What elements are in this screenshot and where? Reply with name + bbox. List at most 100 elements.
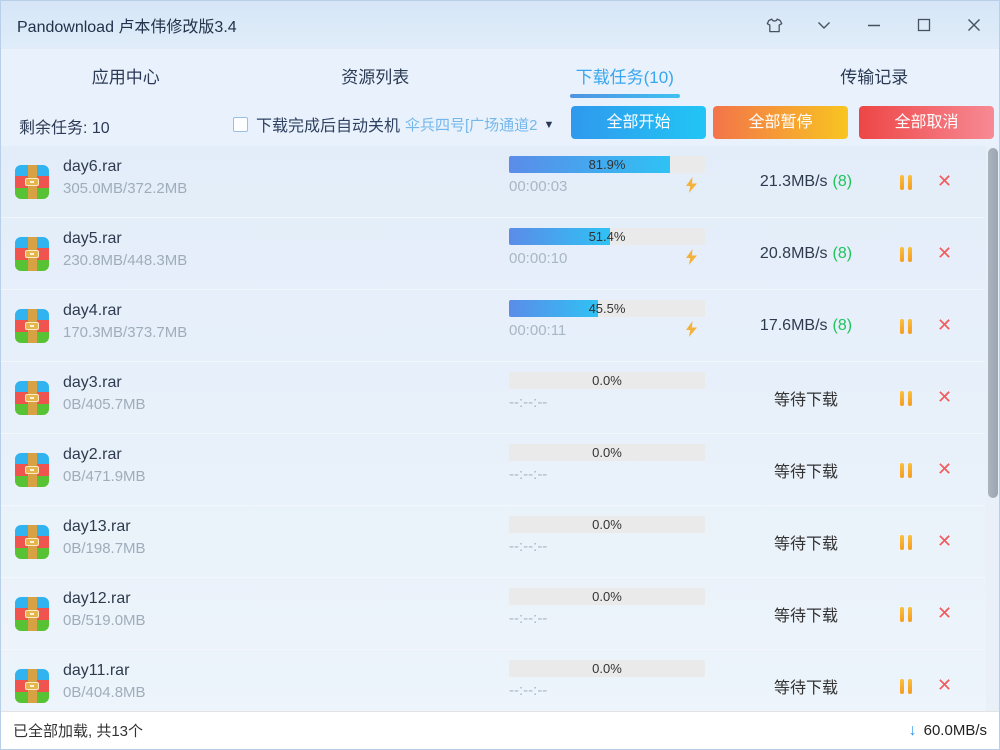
- rar-file-icon: [15, 165, 49, 199]
- speed-status-cell: 等待下载: [736, 434, 876, 505]
- file-info: day11.rar 0B/404.8MB: [63, 662, 146, 701]
- progress-bar: 0.0%: [509, 588, 705, 605]
- file-name: day13.rar: [63, 518, 146, 536]
- lightning-icon: [685, 321, 698, 342]
- cancel-task-button[interactable]: ✕: [937, 171, 952, 192]
- elapsed-time: --:--:--: [509, 610, 547, 627]
- elapsed-time: 00:00:11: [509, 322, 566, 339]
- file-size: 170.3MB/373.7MB: [63, 324, 187, 341]
- auto-shutdown-label[interactable]: 下载完成后自动关机: [256, 112, 400, 136]
- task-row[interactable]: day2.rar 0B/471.9MB 0.0% --:--:-- 等待下载 ✕: [1, 434, 985, 506]
- progress-percent: 45.5%: [509, 300, 705, 317]
- task-row[interactable]: day12.rar 0B/519.0MB 0.0% --:--:-- 等待下载 …: [1, 578, 985, 650]
- maximize-icon[interactable]: [915, 16, 933, 34]
- file-info: day6.rar 305.0MB/372.2MB: [63, 158, 187, 197]
- chevron-down-icon[interactable]: [815, 16, 833, 34]
- pause-task-button[interactable]: [900, 607, 912, 622]
- pause-task-button[interactable]: [900, 535, 912, 550]
- channel-dropdown[interactable]: 伞兵四号[广场通道2 ▼: [405, 114, 554, 135]
- tab-download-tasks[interactable]: 下载任务(10): [500, 49, 750, 101]
- channel-label[interactable]: 伞兵四号[广场通道2: [405, 114, 538, 135]
- task-list-area: day6.rar 305.0MB/372.2MB 81.9% 00:00:03 …: [1, 146, 999, 711]
- rar-file-icon: [15, 669, 49, 703]
- pause-task-button[interactable]: [900, 679, 912, 694]
- elapsed-time: 00:00:10: [509, 250, 567, 267]
- cancel-task-button[interactable]: ✕: [937, 603, 952, 624]
- download-speed: 17.6MB/s: [760, 317, 828, 335]
- progress-percent: 0.0%: [509, 372, 705, 389]
- minimize-icon[interactable]: [865, 16, 883, 34]
- cancel-all-button[interactable]: 全部取消: [859, 106, 994, 139]
- file-size: 0B/198.7MB: [63, 540, 146, 557]
- task-row[interactable]: day13.rar 0B/198.7MB 0.0% --:--:-- 等待下载 …: [1, 506, 985, 578]
- progress-bar: 45.5%: [509, 300, 705, 317]
- loaded-status-text: 已全部加载, 共13个: [13, 720, 143, 741]
- remaining-tasks-label: 剩余任务: 10: [19, 114, 110, 138]
- task-row[interactable]: day11.rar 0B/404.8MB 0.0% --:--:-- 等待下载 …: [1, 650, 985, 711]
- rar-file-icon: [15, 381, 49, 415]
- title-bar: Pandownload 卢本伟修改版3.4: [1, 1, 999, 49]
- pause-task-button[interactable]: [900, 319, 912, 334]
- cancel-task-button[interactable]: ✕: [937, 531, 952, 552]
- file-name: day2.rar: [63, 446, 146, 464]
- task-row[interactable]: day5.rar 230.8MB/448.3MB 51.4% 00:00:10 …: [1, 218, 985, 290]
- speed-status-cell: 等待下载: [736, 578, 876, 649]
- progress-bar: 81.9%: [509, 156, 705, 173]
- download-arrow-icon: ↓: [909, 722, 917, 740]
- rar-file-icon: [15, 525, 49, 559]
- file-info: day5.rar 230.8MB/448.3MB: [63, 230, 187, 269]
- status-bar: 已全部加载, 共13个 ↓ 60.0MB/s: [1, 711, 999, 749]
- cancel-task-button[interactable]: ✕: [937, 459, 952, 480]
- waiting-status: 等待下载: [774, 386, 838, 410]
- speed-status-cell: 等待下载: [736, 506, 876, 577]
- pause-task-button[interactable]: [900, 463, 912, 478]
- tab-resource-list[interactable]: 资源列表: [251, 49, 501, 101]
- elapsed-time: --:--:--: [509, 538, 547, 555]
- file-name: day12.rar: [63, 590, 146, 608]
- file-size: 0B/405.7MB: [63, 396, 146, 413]
- file-name: day5.rar: [63, 230, 187, 248]
- connection-count: (8): [833, 245, 853, 263]
- file-size: 0B/471.9MB: [63, 468, 146, 485]
- window-title: Pandownload 卢本伟修改版3.4: [17, 13, 237, 37]
- tab-bar: 应用中心 资源列表 下载任务(10) 传输记录: [1, 49, 999, 101]
- file-info: day3.rar 0B/405.7MB: [63, 374, 146, 413]
- pause-task-button[interactable]: [900, 247, 912, 262]
- file-name: day11.rar: [63, 662, 146, 680]
- toolbar: 剩余任务: 10 下载完成后自动关机 伞兵四号[广场通道2 ▼ 全部开始 全部暂…: [1, 101, 999, 146]
- waiting-status: 等待下载: [774, 530, 838, 554]
- file-size: 0B/519.0MB: [63, 612, 146, 629]
- progress-percent: 0.0%: [509, 516, 705, 533]
- close-icon[interactable]: [965, 16, 983, 34]
- connection-count: (8): [833, 173, 853, 191]
- pause-task-button[interactable]: [900, 391, 912, 406]
- waiting-status: 等待下载: [774, 602, 838, 626]
- task-row[interactable]: day3.rar 0B/405.7MB 0.0% --:--:-- 等待下载 ✕: [1, 362, 985, 434]
- progress-bar: 0.0%: [509, 372, 705, 389]
- total-speed-group: ↓ 60.0MB/s: [909, 722, 987, 740]
- task-row[interactable]: day6.rar 305.0MB/372.2MB 81.9% 00:00:03 …: [1, 146, 985, 218]
- file-info: day12.rar 0B/519.0MB: [63, 590, 146, 629]
- speed-status-cell: 等待下载: [736, 650, 876, 711]
- pause-task-button[interactable]: [900, 175, 912, 190]
- total-speed-value: 60.0MB/s: [924, 722, 987, 739]
- cancel-task-button[interactable]: ✕: [937, 675, 952, 696]
- scrollbar-track[interactable]: [986, 146, 999, 711]
- auto-shutdown-checkbox[interactable]: [233, 117, 248, 132]
- download-speed: 20.8MB/s: [760, 245, 828, 263]
- file-size: 0B/404.8MB: [63, 684, 146, 701]
- start-all-button[interactable]: 全部开始: [571, 106, 706, 139]
- connection-count: (8): [833, 317, 853, 335]
- tab-app-center[interactable]: 应用中心: [1, 49, 251, 101]
- pause-all-button[interactable]: 全部暂停: [713, 106, 848, 139]
- theme-shirt-icon[interactable]: [765, 16, 783, 34]
- task-row[interactable]: day4.rar 170.3MB/373.7MB 45.5% 00:00:11 …: [1, 290, 985, 362]
- cancel-task-button[interactable]: ✕: [937, 243, 952, 264]
- cancel-task-button[interactable]: ✕: [937, 387, 952, 408]
- progress-bar: 0.0%: [509, 516, 705, 533]
- auto-shutdown-group[interactable]: 下载完成后自动关机: [233, 112, 400, 136]
- tab-transfer-records[interactable]: 传输记录: [750, 49, 1000, 101]
- cancel-task-button[interactable]: ✕: [937, 315, 952, 336]
- scrollbar-thumb[interactable]: [988, 148, 998, 498]
- caret-down-icon[interactable]: ▼: [544, 119, 555, 131]
